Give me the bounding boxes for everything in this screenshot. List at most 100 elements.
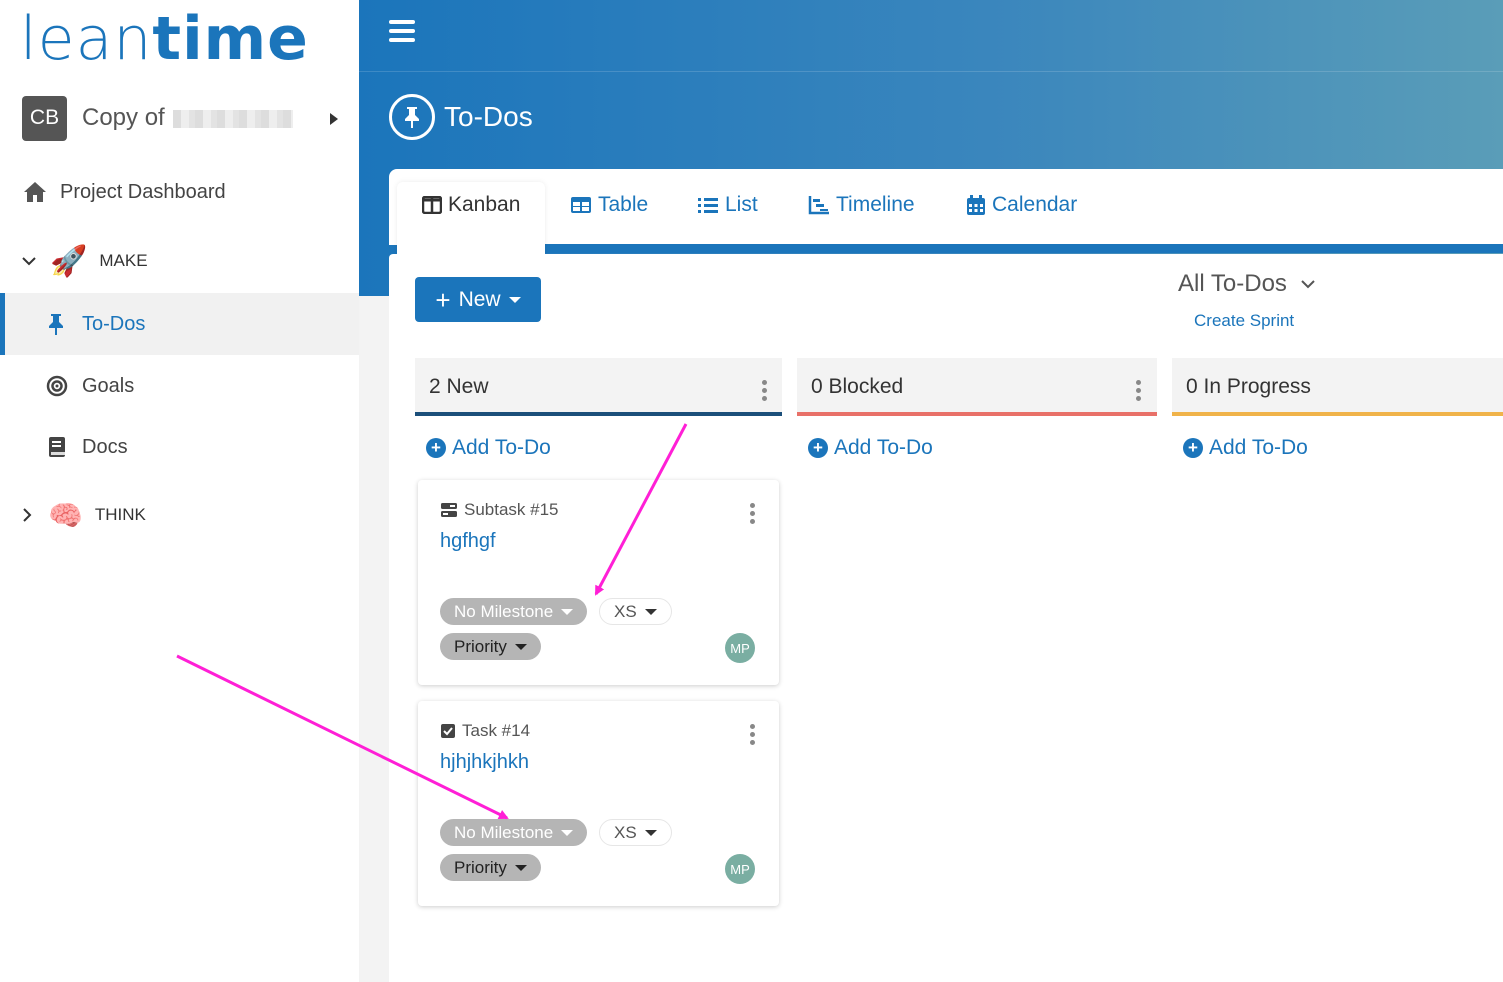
tab-label: Table [598,193,649,216]
chevron-right-icon [23,508,32,522]
card-title-link[interactable]: hjhjhkjhkh [440,751,529,774]
subtask-icon [441,503,457,517]
add-todo-link-new[interactable]: + Add To-Do [426,436,551,460]
plus-circle-icon: + [426,438,446,458]
sidebar: leantime CB Copy of Project Dashboard 🚀 … [0,0,359,982]
project-selector[interactable]: CB Copy of [22,95,352,141]
tab-label: List [725,193,758,216]
kanban-column-header-in-progress: 0 In Progress [1172,358,1503,416]
rocket-icon: 🚀 [50,244,88,278]
plus-circle-icon: + [808,438,828,458]
card-title-link[interactable]: hgfhgf [440,530,496,553]
sidebar-item-todos[interactable]: To-Dos [0,293,359,355]
sidebar-section-make[interactable]: 🚀 MAKE [0,240,359,282]
tab-kanban[interactable]: Kanban [422,193,520,217]
column-status-bar [1172,412,1503,416]
caret-down-icon [561,608,574,615]
sidebar-item-goals[interactable]: Goals [0,365,359,407]
effort-dropdown[interactable]: XS [599,598,672,625]
assignee-avatar[interactable]: MP [725,854,755,884]
assignee-avatar[interactable]: MP [725,633,755,663]
more-options-icon[interactable] [762,380,767,401]
tab-calendar[interactable]: Calendar [966,193,1077,217]
sprint-filter-label: All To-Dos [1178,270,1287,297]
top-navbar [359,0,1503,72]
more-options-icon[interactable] [1136,380,1141,401]
milestone-dropdown[interactable]: No Milestone [440,819,588,846]
calendar-icon [967,195,985,215]
add-todo-link-in-progress[interactable]: + Add To-Do [1183,436,1308,460]
sidebar-section-think[interactable]: 🧠 THINK [0,494,359,536]
milestone-label: No Milestone [454,601,554,621]
sidebar-item-label: Docs [82,435,128,458]
tab-list[interactable]: List [697,193,758,217]
sidebar-item-label: Project Dashboard [60,180,226,203]
sidebar-item-project-dashboard[interactable]: Project Dashboard [0,172,359,212]
tabs-underline [545,244,1503,253]
target-icon [46,375,68,397]
milestone-dropdown[interactable]: No Milestone [440,598,588,625]
priority-dropdown[interactable]: Priority [440,633,541,660]
priority-dropdown[interactable]: Priority [440,854,541,881]
tab-label: Timeline [836,193,915,216]
caret-down-icon [644,829,657,836]
new-button-label: New [458,287,501,311]
new-todo-button[interactable]: + New [415,277,541,322]
brain-icon: 🧠 [48,499,83,531]
caret-right-icon [330,113,338,125]
create-sprint-link[interactable]: Create Sprint [1194,311,1294,331]
tabs-bar [389,169,1503,245]
columns-icon [422,196,442,214]
sidebar-item-label: Goals [82,374,135,397]
kanban-column-header-blocked: 0 Blocked [797,358,1157,416]
logo-text-lean: lean [20,4,153,74]
project-name-text: Copy of [82,104,165,131]
sidebar-section-label: THINK [94,505,146,524]
page-title: To-Dos [389,94,533,140]
card-more-options-icon[interactable] [750,503,755,524]
card-more-options-icon[interactable] [750,724,755,745]
todo-card[interactable]: Task #14 hjhjhkjhkh No Milestone XS Prio… [418,701,779,906]
redacted-text [172,109,293,128]
add-todo-label: Add To-Do [452,436,551,459]
caret-down-icon [561,829,574,836]
tab-timeline[interactable]: Timeline [808,193,915,217]
sidebar-item-label: To-Dos [82,312,146,335]
todo-card[interactable]: Subtask #15 hgfhgf No Milestone XS Prior… [418,480,779,685]
tab-label: Calendar [992,193,1078,216]
thumbtack-circle-icon [389,94,435,140]
column-title: 0 In Progress [1186,375,1311,398]
chart-timeline-icon [808,196,829,215]
caret-down-icon [514,643,527,650]
sidebar-item-docs[interactable]: Docs [0,426,359,468]
card-type: Task #14 [440,721,530,741]
milestone-label: No Milestone [454,822,554,842]
leantime-logo[interactable]: leantime [20,6,309,72]
column-status-bar [415,412,782,416]
card-type-label: Subtask #15 [464,500,559,519]
column-title: 2 New [429,375,489,398]
card-type-label: Task #14 [462,721,531,740]
add-todo-label: Add To-Do [834,436,933,459]
card-type: Subtask #15 [440,500,559,520]
logo-text-time: time [152,4,309,74]
project-name: Copy of [82,104,293,132]
chevron-down-icon [1301,280,1315,289]
list-icon [698,198,718,213]
home-icon [24,182,46,202]
add-todo-label: Add To-Do [1209,436,1308,459]
project-avatar: CB [22,95,67,141]
priority-label: Priority [454,857,507,877]
plus-icon: + [435,284,451,315]
effort-label: XS [614,601,637,621]
caret-down-icon [514,864,527,871]
effort-dropdown[interactable]: XS [599,819,672,846]
tab-table[interactable]: Table [570,193,648,217]
add-todo-link-blocked[interactable]: + Add To-Do [808,436,933,460]
sprint-filter-dropdown[interactable]: All To-Dos [1178,270,1315,298]
page-title-text: To-Dos [444,101,533,132]
thumbtack-icon [49,314,63,335]
chevron-down-icon [22,257,36,266]
menu-icon[interactable] [389,20,415,42]
plus-circle-icon: + [1183,438,1203,458]
